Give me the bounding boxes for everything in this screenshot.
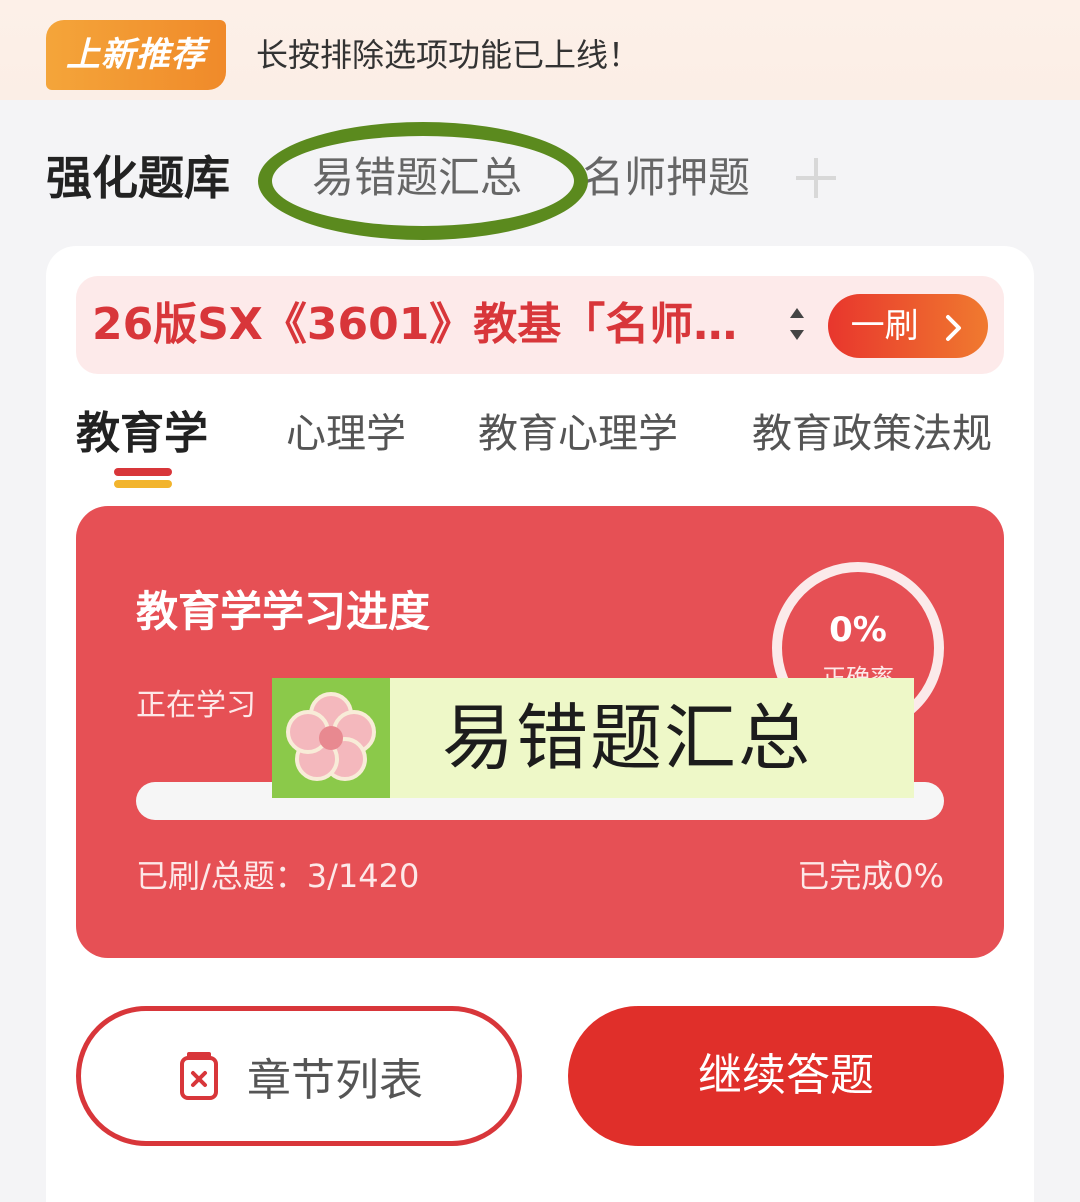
round-label: 一刷 xyxy=(850,306,919,346)
subject-tab-psychology[interactable]: 心理学 xyxy=(286,404,406,464)
chevron-right-icon xyxy=(946,314,962,341)
round-select-button[interactable]: 一刷 xyxy=(828,294,988,358)
subject-tab-pedagogy[interactable]: 教育学 xyxy=(76,404,208,464)
subject-tab-edu-psychology[interactable]: 教育心理学 xyxy=(478,404,678,464)
continue-answer-label: 继续答题 xyxy=(698,1050,874,1101)
clipboard-icon xyxy=(180,1052,218,1100)
chapter-list-button[interactable]: 章节列表 xyxy=(76,1006,522,1146)
caption-overlay: 易错题汇总 xyxy=(272,678,914,798)
flower-badge xyxy=(272,678,390,798)
new-badge: 上新推荐 xyxy=(46,20,226,90)
progress-title: 教育学学习进度 xyxy=(136,587,431,636)
announcement-banner[interactable]: 上新推荐 长按排除选项功能已上线！ xyxy=(0,0,1080,100)
tab-teacher-predict[interactable]: 名师押题 xyxy=(582,148,750,208)
plus-icon[interactable] xyxy=(796,158,836,198)
question-count: 已刷/总题：3/1420 xyxy=(136,857,420,895)
announcement-text: 长按排除选项功能已上线！ xyxy=(256,36,641,74)
course-title: 26版SX《3601》教基「名师… xyxy=(92,299,738,350)
highlight-ring-annotation xyxy=(258,122,588,240)
active-tab-indicator xyxy=(114,468,172,490)
sort-arrows-icon xyxy=(790,308,804,340)
completion-percent: 已完成0% xyxy=(797,857,944,895)
accuracy-value: 0% xyxy=(829,610,887,650)
course-selector[interactable]: 26版SX《3601》教基「名师… 一刷 xyxy=(76,276,1004,374)
chapter-list-label: 章节列表 xyxy=(247,1055,423,1106)
tab-strengthen-bank[interactable]: 强化题库 xyxy=(46,148,230,208)
caption-text: 易错题汇总 xyxy=(442,696,813,780)
subject-tab-edu-policy[interactable]: 教育政策法规 xyxy=(752,404,992,464)
flower-icon xyxy=(286,692,376,781)
continue-answer-button[interactable]: 继续答题 xyxy=(568,1006,1004,1146)
current-study-label: 正在学习 xyxy=(136,688,256,723)
